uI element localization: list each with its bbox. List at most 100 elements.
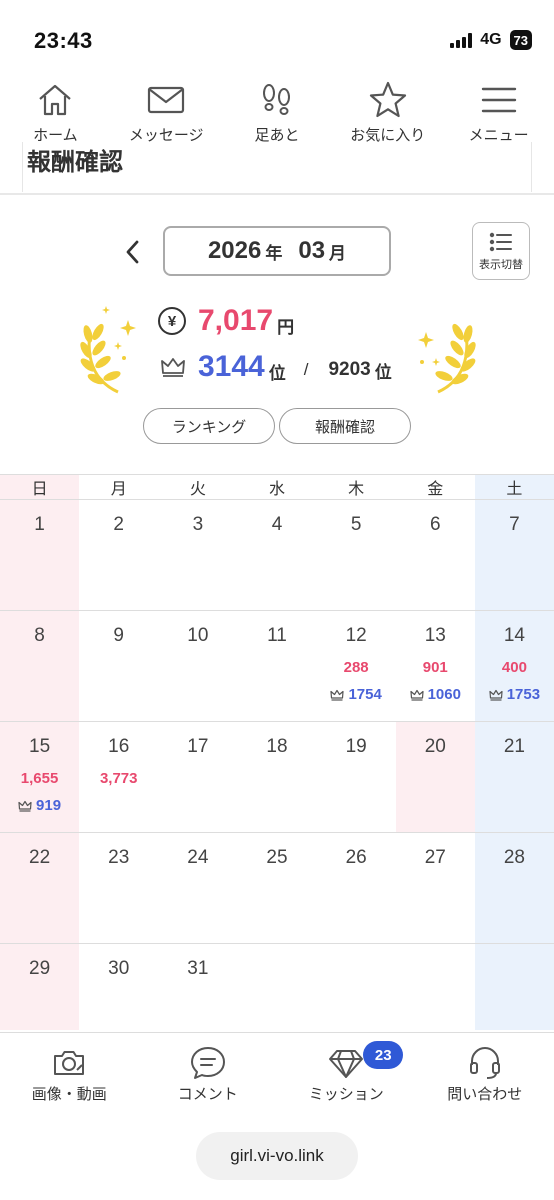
calendar-day-cell[interactable]: 31 — [158, 944, 237, 1030]
crown-icon — [161, 358, 185, 377]
nav-footprints[interactable]: 足あと — [222, 80, 332, 145]
view-toggle-label: 表示切替 — [479, 258, 523, 271]
day-number: 18 — [266, 736, 288, 757]
earnings-amount: 7,017 — [198, 304, 274, 337]
day-number: 16 — [108, 736, 130, 757]
weekday-sat: 土 — [474, 475, 554, 499]
bottom-nav: 画像・動画 コメント ミッション 23 問い合わせ — [0, 1032, 554, 1116]
calendar-week-row: 15 1,655 919 16 3,773 17 18 19 20 21 — [0, 722, 554, 833]
reward-check-button[interactable]: 報酬確認 — [279, 408, 411, 444]
calendar-day-cell[interactable]: 7 — [474, 500, 554, 610]
calendar-day-cell[interactable]: 12 288 1754 — [317, 611, 396, 721]
calendar-day-cell[interactable]: 28 — [474, 833, 554, 943]
day-number: 14 — [503, 625, 525, 646]
weekday-sun: 日 — [0, 475, 80, 499]
calendar-day-cell[interactable]: 23 — [79, 833, 158, 943]
comment-icon — [190, 1047, 225, 1079]
calendar-day-cell[interactable]: 4 — [237, 500, 316, 610]
calendar-day-cell[interactable]: 6 — [396, 500, 475, 610]
status-time: 23:43 — [34, 28, 93, 53]
nav-media-label: 画像・動画 — [31, 1086, 107, 1103]
nav-contact[interactable]: 問い合わせ — [420, 1033, 550, 1116]
calendar-day-cell[interactable]: 20 — [395, 722, 475, 832]
day-number: 2 — [113, 514, 124, 535]
calendar-day-cell[interactable]: 30 — [79, 944, 158, 1030]
calendar-day-cell[interactable]: 10 — [158, 611, 237, 721]
nav-mission[interactable]: ミッション 23 — [281, 1033, 411, 1116]
calendar-day-cell[interactable]: 19 — [317, 722, 396, 832]
calendar-day-cell[interactable]: 17 — [158, 722, 237, 832]
calendar-day-cell[interactable]: 8 — [0, 611, 80, 721]
calendar-day-cell[interactable]: 21 — [474, 722, 554, 832]
battery-icon: 73 — [509, 30, 532, 50]
day-number: 15 — [29, 736, 51, 757]
calendar-week-row: 8 9 10 11 12 288 1754 13 901 1060 14 400 1753 — [0, 611, 554, 722]
chevron-left-icon — [126, 240, 139, 264]
day-rank-value: 1754 — [348, 686, 382, 703]
calendar-day-cell — [396, 944, 475, 1030]
calendar-day-cell[interactable]: 26 — [317, 833, 396, 943]
calendar-day-cell[interactable]: 13 901 1060 — [396, 611, 475, 721]
calendar-day-cell[interactable]: 18 — [237, 722, 316, 832]
year-value: 2026 — [207, 237, 262, 264]
day-number: 1 — [34, 514, 45, 535]
nav-comment[interactable]: コメント — [143, 1033, 273, 1116]
day-number: 11 — [267, 625, 287, 646]
crown-icon — [18, 800, 32, 812]
day-rank: 919 — [18, 797, 61, 814]
ranking-button[interactable]: ランキング — [143, 408, 275, 444]
day-number: 13 — [424, 625, 446, 646]
url-bar[interactable]: girl.vi-vo.link — [196, 1132, 358, 1180]
nav-favorites[interactable]: お気に入り — [333, 80, 443, 145]
calendar-day-cell[interactable]: 25 — [237, 833, 316, 943]
calendar-week-row: 22 23 24 25 26 27 28 — [0, 833, 554, 944]
calendar-day-cell[interactable]: 14 400 1753 — [474, 611, 554, 721]
day-number: 10 — [187, 625, 209, 646]
nav-home[interactable]: ホーム — [0, 80, 110, 145]
day-number: 9 — [113, 625, 124, 646]
calendar-day-cell[interactable]: 29 — [0, 944, 80, 1030]
day-number: 7 — [509, 514, 520, 535]
calendar-day-cell[interactable]: 2 — [79, 500, 158, 610]
prev-month-button[interactable] — [118, 234, 148, 270]
view-toggle-button[interactable]: 表示切替 — [472, 222, 530, 280]
calendar-day-cell[interactable]: 22 — [0, 833, 80, 943]
calendar-day-cell[interactable]: 5 — [317, 500, 396, 610]
month-display[interactable]: 2026 年 03 月 — [163, 226, 391, 276]
nav-menu[interactable]: メニュー — [444, 80, 554, 145]
calendar-day-cell[interactable]: 1 — [0, 500, 80, 610]
network-type: 4G — [480, 31, 502, 48]
day-earnings: 1,655 — [20, 770, 59, 787]
calendar-day-cell[interactable]: 16 3,773 — [79, 722, 158, 832]
rank-total: 9203 — [328, 359, 371, 380]
calendar-day-cell[interactable]: 3 — [158, 500, 237, 610]
day-number: 28 — [503, 847, 525, 868]
section-heading: 報酬確認 — [27, 149, 123, 176]
day-number: 20 — [424, 736, 446, 757]
calendar-day-cell[interactable]: 15 1,655 919 — [0, 722, 80, 832]
mail-icon — [148, 86, 185, 114]
status-bar: 23:43 4G 73 — [0, 0, 554, 78]
weekday-fri: 金 — [427, 481, 444, 498]
calendar-day-cell[interactable]: 24 — [158, 833, 237, 943]
home-icon — [39, 84, 72, 116]
day-number: 3 — [192, 514, 204, 535]
earnings-unit: 円 — [277, 317, 295, 337]
calendar-day-cell — [237, 944, 316, 1030]
calendar-day-cell — [317, 944, 396, 1030]
mission-count-badge: 23 — [363, 1041, 404, 1069]
calendar-day-cell[interactable]: 11 — [237, 611, 316, 721]
diamond-icon — [329, 1050, 364, 1078]
yen-icon: ¥ — [158, 307, 186, 335]
calendar-day-cell[interactable]: 9 — [79, 611, 158, 721]
day-rank-value: 919 — [36, 797, 62, 814]
menu-icon — [481, 87, 516, 113]
nav-messages[interactable]: メッセージ — [111, 80, 221, 145]
calendar-week-row: 29 30 31 — [0, 944, 554, 1030]
calendar-day-cell[interactable]: 27 — [396, 833, 475, 943]
rank-unit: 位 — [268, 363, 286, 383]
nav-media[interactable]: 画像・動画 — [4, 1033, 134, 1116]
day-number: 29 — [29, 958, 51, 979]
day-rank: 1753 — [489, 686, 540, 703]
day-number: 5 — [350, 514, 362, 535]
